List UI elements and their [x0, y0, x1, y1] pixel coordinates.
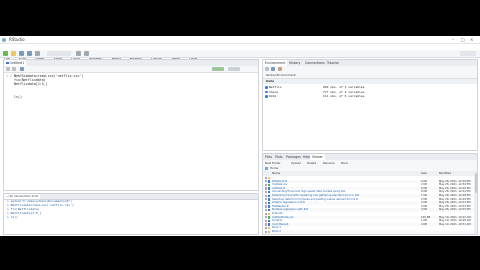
window-title: RStudio	[9, 37, 25, 42]
environment-pane: Environment History Connections Tutorial…	[262, 59, 478, 151]
expand-icon[interactable]	[265, 90, 268, 94]
home-icon	[265, 167, 268, 170]
object-name: Data	[269, 94, 277, 99]
console-output[interactable]: > setwd("C:/Users/User/Documents/R") > N…	[7, 199, 74, 220]
environment-scope-bar: Global Environment	[263, 72, 477, 79]
file-checkbox[interactable]	[264, 212, 267, 215]
source-code: Netflixdata=read.csv('netflix.csv') fix(…	[14, 74, 83, 99]
rstudio-window: RStudio – □ × File Edit Code View Plots …	[0, 36, 480, 236]
r-file-icon	[6, 61, 9, 64]
file-checkbox[interactable]	[264, 208, 267, 212]
new-file-icon[interactable]	[3, 51, 8, 56]
run-button[interactable]	[212, 66, 224, 71]
file-checkbox[interactable]	[264, 230, 267, 233]
print-icon[interactable]	[35, 51, 40, 56]
source-editor[interactable]: 1 2 3 4 5 6 Netflixdata=read.csv('netfli…	[4, 73, 258, 190]
environment-section-header: Data	[263, 79, 477, 84]
workspace-panes-icon[interactable]	[76, 51, 81, 56]
file-list: .. RHistory.txt 9 KB May 28, 2021, 12:29 PM…	[263, 176, 474, 234]
global-environment-dropdown[interactable]: Global Environment	[266, 72, 296, 78]
console-line: > ls()	[7, 214, 18, 219]
project-menu[interactable]	[460, 51, 476, 56]
source-tab-label: Untitled1	[9, 61, 25, 65]
file-checkbox[interactable]	[264, 187, 267, 190]
open-workspace-icon[interactable]	[265, 66, 269, 71]
save-icon[interactable]	[19, 51, 24, 56]
file-row[interactable]: Book 2	[263, 230, 474, 234]
scrollbar-thumb[interactable]	[474, 173, 477, 193]
source-toolbar	[4, 66, 258, 73]
addins-icon[interactable]	[84, 51, 89, 56]
code-line: Netflixdata[1:5,]	[14, 82, 48, 87]
section-label: Data	[266, 79, 274, 83]
file-checkbox[interactable]	[264, 216, 267, 219]
go-to-file-input[interactable]	[47, 51, 71, 56]
broom-icon[interactable]	[278, 66, 282, 71]
main-toolbar	[0, 50, 480, 58]
file-checkbox[interactable]	[264, 223, 267, 226]
title-bar: RStudio – □ ×	[0, 36, 480, 44]
forward-arrow-icon[interactable]	[12, 66, 16, 71]
file-checkbox[interactable]	[264, 201, 267, 204]
object-value: 111 obs. of 5 variables	[323, 94, 365, 99]
file-checkbox[interactable]	[264, 226, 267, 230]
file-checkbox[interactable]	[264, 198, 267, 201]
folder-icon	[268, 230, 271, 233]
expand-icon[interactable]	[265, 95, 268, 98]
file-checkbox[interactable]	[264, 219, 267, 222]
rstudio-logo-icon	[2, 38, 6, 42]
file-checkbox[interactable]	[264, 205, 267, 208]
file-name[interactable]: Book 2	[272, 230, 281, 234]
files-pane: Files Plots Packages Help Viewer New Fol…	[262, 153, 478, 235]
save-all-icon[interactable]	[27, 51, 32, 56]
environment-row[interactable]: Data 111 obs. of 5 variables	[263, 94, 477, 99]
maximize-icon[interactable]: □	[461, 36, 465, 43]
save-source-icon[interactable]	[20, 66, 24, 71]
environment-list: Netflix 999 obs. of 3 variables Share 77…	[263, 85, 477, 99]
file-checkbox[interactable]	[264, 183, 267, 186]
file-checkbox[interactable]	[264, 194, 267, 197]
console-pane: ~/ R/ Introduction to R/ > setwd("C:/Use…	[3, 193, 259, 235]
source-pane: Untitled1 1 2 3 4 5 6 Netflixdata=read.c…	[3, 59, 259, 191]
file-checkbox[interactable]	[264, 190, 267, 194]
save-workspace-icon[interactable]	[271, 66, 275, 71]
file-checkbox[interactable]	[264, 176, 267, 179]
close-icon[interactable]: ×	[470, 36, 473, 43]
code-line: ls()	[14, 95, 22, 100]
minimize-icon[interactable]: –	[452, 36, 454, 43]
files-scrollbar[interactable]	[474, 171, 477, 234]
file-checkbox[interactable]	[264, 180, 267, 183]
back-arrow-icon[interactable]	[6, 66, 10, 71]
open-file-icon[interactable]	[11, 51, 16, 56]
source-button[interactable]	[228, 66, 240, 71]
expand-icon[interactable]	[265, 86, 268, 89]
